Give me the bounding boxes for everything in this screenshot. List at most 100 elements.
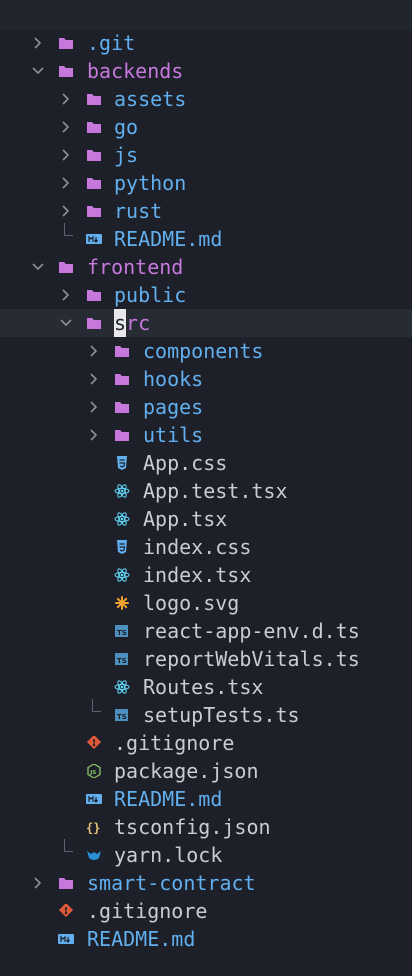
chevron-down-icon[interactable] [59, 309, 73, 337]
tree-item-setup-tests[interactable]: TS setupTests.ts [0, 699, 412, 729]
tree-item-label: python [114, 171, 187, 195]
chevron-right-icon[interactable] [59, 169, 73, 197]
tree-item-label: frontend [87, 255, 184, 279]
tree-item-report-web-vitals[interactable]: TS reportWebVitals.ts [0, 645, 412, 673]
tree-guide-line [64, 223, 73, 236]
folder-open-icon [58, 260, 74, 274]
tree-item-label: README.md [114, 227, 223, 251]
svg-text:{}: {} [86, 821, 100, 834]
tree-item-logo-svg[interactable]: logo.svg [0, 589, 412, 617]
tree-item-package-json[interactable]: JS package.json [0, 757, 412, 785]
tree-item-react-app-env[interactable]: TS react-app-env.d.ts [0, 617, 412, 645]
tree-item-frontend-readme[interactable]: README.md [0, 785, 412, 813]
tree-item-label: .git [87, 31, 136, 55]
tree-item-root-gitignore[interactable]: .gitignore [0, 897, 412, 925]
folder-open-icon [58, 64, 74, 78]
chevron-right-icon[interactable] [59, 197, 73, 225]
tree-item-label: smart-contract [87, 871, 256, 895]
css-icon [114, 540, 130, 554]
tree-item-app-tsx[interactable]: App.tsx [0, 505, 412, 533]
tree-item-label: public [114, 283, 187, 307]
tree-item-label: logo.svg [143, 591, 240, 615]
tree-item-assets[interactable]: assets [0, 85, 412, 113]
tree-item-frontend[interactable]: frontend [0, 253, 412, 281]
tree-item-pages[interactable]: pages [0, 393, 412, 421]
tree-item-label: .gitignore [87, 899, 208, 923]
tree-item-yarn-lock[interactable]: yarn.lock [0, 839, 412, 869]
tree-item-label-rest: rc [126, 311, 151, 335]
tree-item-root-readme[interactable]: README.md [0, 925, 412, 953]
typescript-icon: TS [114, 624, 130, 638]
markdown-icon [86, 232, 102, 246]
chevron-right-icon[interactable] [59, 113, 73, 141]
tree-item-backends-readme[interactable]: README.md [0, 223, 412, 253]
git-icon [58, 904, 74, 918]
folder-icon [114, 400, 130, 414]
tree-item-label: pages [143, 395, 204, 419]
tree-item-label: setupTests.ts [143, 703, 300, 727]
chevron-right-icon[interactable] [87, 421, 101, 449]
tree-item-public[interactable]: public [0, 281, 412, 309]
node-icon: JS [86, 764, 102, 778]
svg-text:TS: TS [117, 657, 127, 665]
tree-item-index-css[interactable]: index.css [0, 533, 412, 561]
folder-icon [86, 120, 102, 134]
tree-item-label: App.css [143, 451, 228, 475]
chevron-right-icon[interactable] [59, 141, 73, 169]
tree-item-label: go [114, 115, 139, 139]
tree-item-label: .gitignore [114, 731, 235, 755]
chevron-down-icon[interactable] [31, 57, 45, 85]
tree-item-python[interactable]: python [0, 169, 412, 197]
tree-item-hooks[interactable]: hooks [0, 365, 412, 393]
tree-item-label: js [114, 143, 139, 167]
tree-item-rust[interactable]: rust [0, 197, 412, 225]
tree-item-app-css[interactable]: App.css [0, 449, 412, 477]
chevron-down-icon[interactable] [31, 253, 45, 281]
tree-item-git[interactable]: .git [0, 29, 412, 57]
chevron-right-icon[interactable] [87, 365, 101, 393]
tree-item-label: react-app-env.d.ts [143, 619, 360, 643]
svg-icon [114, 596, 130, 610]
json-icon: {} [86, 820, 102, 834]
tree-item-label: reportWebVitals.ts [143, 647, 360, 671]
chevron-right-icon[interactable] [59, 281, 73, 309]
chevron-right-icon[interactable] [31, 869, 45, 897]
tree-item-label: yarn.lock [114, 843, 223, 867]
tree-item-label: utils [143, 423, 204, 447]
tree-item-label: index.css [143, 535, 252, 559]
markdown-icon [86, 792, 102, 806]
folder-icon [114, 344, 130, 358]
tree-item-label: index.tsx [143, 563, 252, 587]
tree-item-backends[interactable]: backends [0, 57, 412, 85]
tree-guide-line [92, 699, 101, 712]
tree-item-label: tsconfig.json [114, 815, 271, 839]
tree-item-routes[interactable]: Routes.tsx [0, 673, 412, 701]
git-icon [86, 736, 102, 750]
react-icon [114, 680, 130, 694]
tree-item-js[interactable]: js [0, 141, 412, 169]
folder-icon [114, 372, 130, 386]
folder-icon [86, 92, 102, 106]
tree-item-tsconfig[interactable]: {} tsconfig.json [0, 813, 412, 841]
tree-item-label: hooks [143, 367, 204, 391]
tree-item-src[interactable]: src [0, 309, 412, 337]
chevron-right-icon[interactable] [87, 393, 101, 421]
tree-item-go[interactable]: go [0, 113, 412, 141]
tree-item-utils[interactable]: utils [0, 421, 412, 449]
tree-item-label: README.md [87, 927, 196, 951]
text-cursor: s [114, 309, 127, 337]
chevron-right-icon[interactable] [87, 337, 101, 365]
top-bar [0, 0, 412, 30]
file-tree: .git backends assets go js python rust R… [0, 29, 412, 953]
tree-item-components[interactable]: components [0, 337, 412, 365]
tree-item-label: App.test.tsx [143, 479, 288, 503]
chevron-right-icon[interactable] [31, 29, 45, 57]
tree-item-frontend-gitignore[interactable]: .gitignore [0, 729, 412, 757]
folder-icon [86, 204, 102, 218]
folder-icon [58, 36, 74, 50]
tree-item-label: backends [87, 59, 184, 83]
tree-item-smart-contract[interactable]: smart-contract [0, 869, 412, 897]
tree-item-app-test[interactable]: App.test.tsx [0, 477, 412, 505]
chevron-right-icon[interactable] [59, 85, 73, 113]
tree-item-index-tsx[interactable]: index.tsx [0, 561, 412, 589]
